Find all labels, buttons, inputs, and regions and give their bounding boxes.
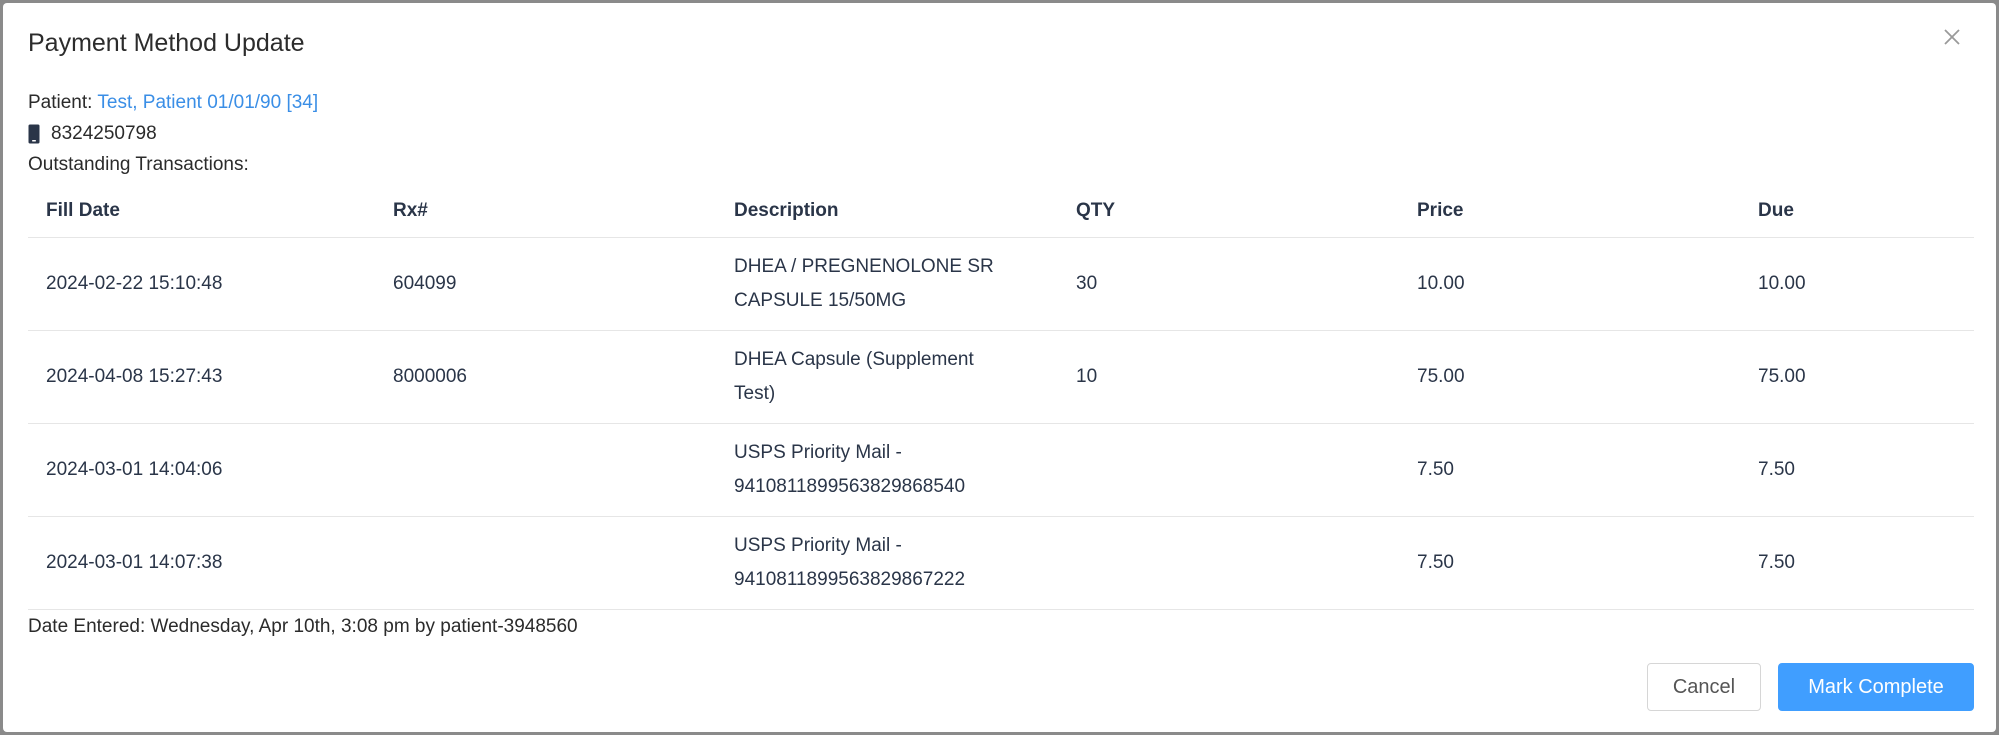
description-line: CAPSULE 15/50MG	[734, 290, 907, 311]
mark-complete-button[interactable]: Mark Complete	[1778, 663, 1974, 711]
cell-price: 7.50	[1399, 516, 1740, 610]
cell-description: USPS Priority Mail - 9410811899563829867…	[716, 516, 1058, 610]
cell-due: 7.50	[1740, 516, 1974, 610]
phone-number: 8324250798	[51, 123, 157, 144]
payment-method-update-dialog: Payment Method Update Patient: Test, Pat…	[3, 3, 1996, 732]
date-entered-text: Date Entered: Wednesday, Apr 10th, 3:08 …	[28, 616, 578, 637]
cell-fill-date: 2024-02-22 15:10:48	[28, 237, 375, 331]
cell-due: 75.00	[1740, 330, 1974, 424]
cell-qty: 30	[1058, 237, 1399, 331]
table-row: 2024-03-01 14:04:06 USPS Priority Mail -…	[28, 423, 1974, 517]
cell-rx: 8000006	[375, 330, 716, 424]
cell-fill-date: 2024-03-01 14:04:06	[28, 423, 375, 517]
patient-name-link[interactable]: Test, Patient 01/01/90 [34]	[97, 92, 318, 113]
description-line: DHEA Capsule (Supplement	[734, 349, 974, 370]
patient-phone: 8324250798	[28, 123, 157, 145]
cell-rx	[375, 423, 716, 517]
cell-qty	[1058, 516, 1399, 610]
cell-rx: 604099	[375, 237, 716, 331]
cell-price: 7.50	[1399, 423, 1740, 517]
cell-price: 10.00	[1399, 237, 1740, 331]
patient-info: Patient: Test, Patient 01/01/90 [34]	[28, 92, 318, 114]
mobile-phone-icon	[28, 124, 40, 144]
cell-due: 10.00	[1740, 237, 1974, 331]
close-icon[interactable]	[1940, 25, 1964, 49]
cell-qty: 10	[1058, 330, 1399, 424]
cell-description: DHEA Capsule (Supplement Test)	[716, 330, 1058, 424]
cell-description: DHEA / PREGNENOLONE SR CAPSULE 15/50MG	[716, 237, 1058, 331]
header-description: Description	[716, 185, 1058, 238]
table-row: 2024-04-08 15:27:43 8000006 DHEA Capsule…	[28, 330, 1974, 424]
cell-qty	[1058, 423, 1399, 517]
outstanding-transactions-label: Outstanding Transactions:	[28, 154, 249, 175]
cell-due: 7.50	[1740, 423, 1974, 517]
cell-description: USPS Priority Mail - 9410811899563829868…	[716, 423, 1058, 517]
description-line: Test)	[734, 383, 776, 404]
cell-rx	[375, 516, 716, 610]
description-line: USPS Priority Mail -	[734, 442, 902, 463]
header-qty: QTY	[1058, 185, 1399, 238]
cell-price: 75.00	[1399, 330, 1740, 424]
transactions-table: Fill Date Rx# Description QTY Price Due …	[28, 185, 1974, 610]
dialog-title: Payment Method Update	[28, 29, 305, 57]
cell-fill-date: 2024-04-08 15:27:43	[28, 330, 375, 424]
description-line: 9410811899563829867222	[734, 569, 966, 590]
cell-fill-date: 2024-03-01 14:07:38	[28, 516, 375, 610]
header-rx: Rx#	[375, 185, 716, 238]
table-row: 2024-03-01 14:07:38 USPS Priority Mail -…	[28, 516, 1974, 610]
cancel-button[interactable]: Cancel	[1647, 663, 1761, 711]
table-header-row: Fill Date Rx# Description QTY Price Due	[28, 185, 1974, 238]
description-line: USPS Priority Mail -	[734, 535, 902, 556]
header-due: Due	[1740, 185, 1974, 238]
header-fill-date: Fill Date	[28, 185, 375, 238]
patient-label: Patient:	[28, 92, 93, 113]
table-row: 2024-02-22 15:10:48 604099 DHEA / PREGNE…	[28, 237, 1974, 331]
description-line: DHEA / PREGNENOLONE SR	[734, 256, 994, 277]
description-line: 9410811899563829868540	[734, 476, 966, 497]
header-price: Price	[1399, 185, 1740, 238]
